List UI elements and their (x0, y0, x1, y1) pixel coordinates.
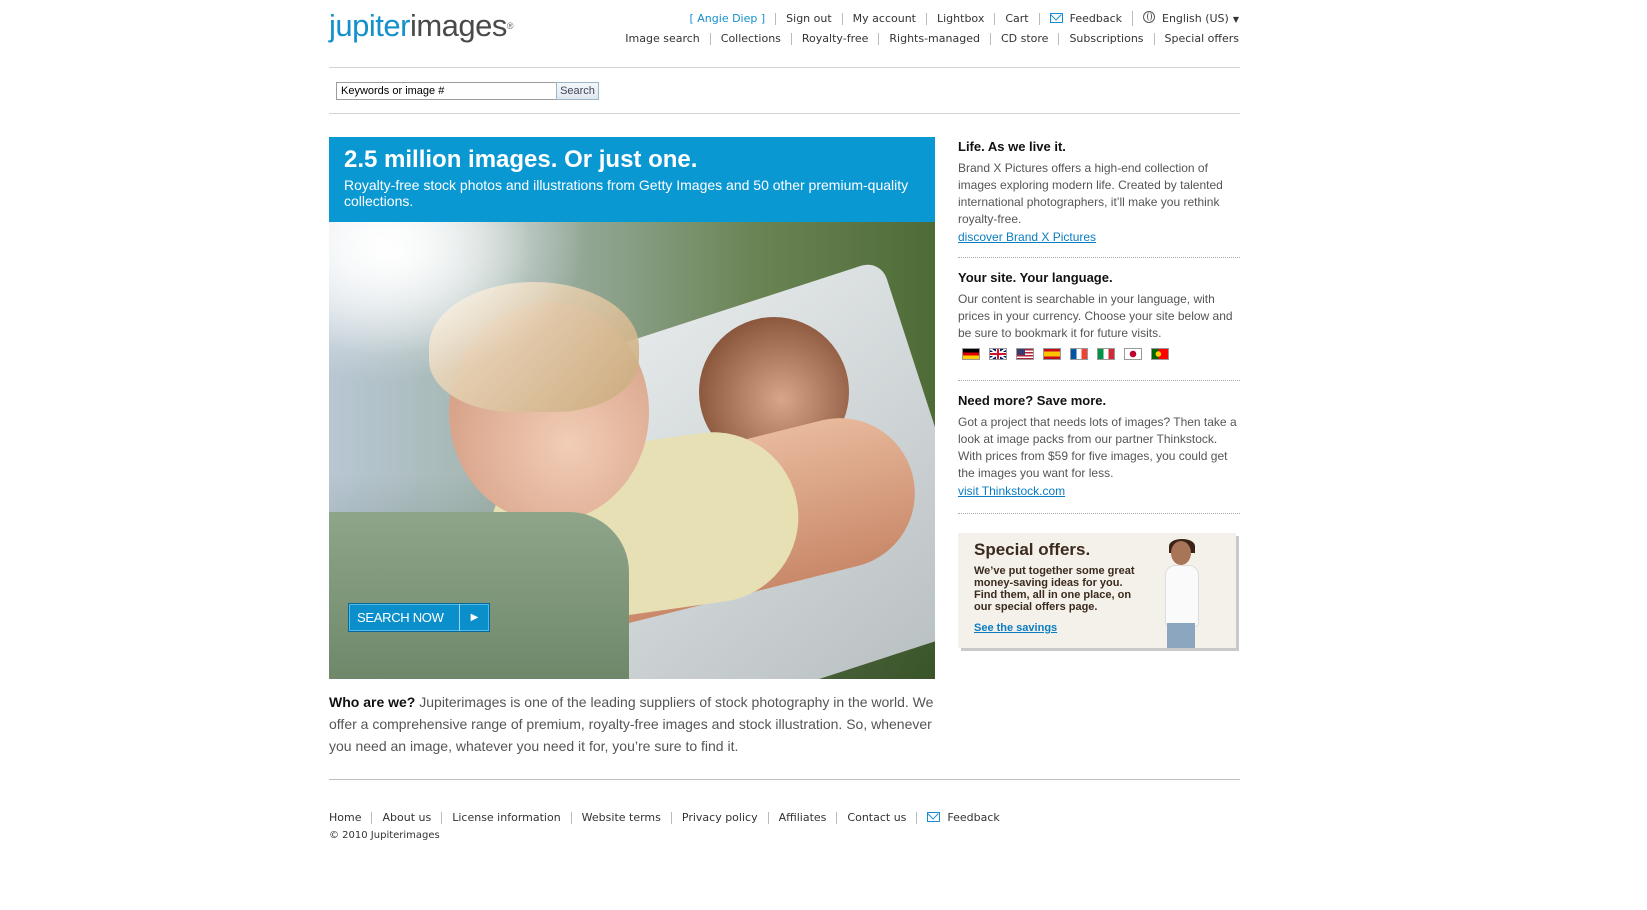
sign-out-link[interactable]: Sign out (775, 12, 842, 25)
portugal-flag[interactable] (1151, 348, 1169, 360)
see-the-savings-link[interactable]: See the savings (974, 622, 1057, 634)
sidebar-divider (958, 380, 1240, 381)
spain-flag[interactable] (1043, 348, 1061, 360)
user-account-indicator: [ Angie Diep ] (679, 11, 775, 25)
brandx-link[interactable]: discover Brand X Pictures (958, 229, 1096, 246)
footer-home-link[interactable]: Home (329, 812, 371, 824)
lightbox-link[interactable]: Lightbox (926, 12, 994, 25)
promo-figure-body (1165, 565, 1199, 627)
thinkstock-text: Got a project that needs lots of images?… (958, 415, 1237, 480)
footer-terms-link[interactable]: Website terms (570, 812, 671, 824)
search-input[interactable] (336, 82, 560, 100)
logo-part-1: jupiter (329, 8, 410, 43)
about-text: Jupiterimages is one of the leading supp… (329, 694, 934, 754)
footer-license-link[interactable]: License information (441, 812, 570, 824)
language-title: Your site. Your language. (958, 270, 1113, 285)
sidebar-divider (958, 513, 1240, 514)
special-offers-text: We’ve put together some great money-savi… (974, 565, 1135, 613)
hero-title: 2.5 million images. Or just one. (344, 146, 698, 173)
nav-image-search[interactable]: Image search (615, 33, 710, 45)
photo-girl-skirt (329, 512, 629, 679)
logo-part-2: images (409, 8, 507, 43)
about-paragraph: Who are we? Jupiterimages is one of the … (329, 691, 935, 757)
photo-sun-flare (329, 222, 589, 382)
footer-feedback-label: Feedback (947, 811, 1000, 824)
footer-about-link[interactable]: About us (371, 812, 441, 824)
promo-figure-head (1171, 541, 1191, 565)
jupiterimages-logo[interactable]: jupiterimages® (329, 8, 514, 44)
footer-feedback-link[interactable]: Feedback (916, 812, 1009, 824)
japan-flag[interactable] (1124, 348, 1142, 360)
nav-rights-managed[interactable]: Rights-managed (878, 33, 990, 45)
play-arrow-icon: ▶ (459, 604, 489, 631)
promo-figure-legs (1167, 623, 1195, 648)
nav-special-offers[interactable]: Special offers (1153, 33, 1239, 45)
envelope-icon (927, 812, 941, 822)
language-section: Your site. Your language. Our content is… (958, 270, 1240, 360)
nav-royalty-free[interactable]: Royalty-free (790, 33, 878, 45)
about-lead: Who are we? (329, 694, 416, 710)
language-text: Our content is searchable in your langua… (958, 292, 1233, 340)
nav-cd-store[interactable]: CD store (989, 33, 1058, 45)
hero-subtitle: Royalty-free stock photos and illustrati… (344, 177, 909, 209)
cart-link[interactable]: Cart (994, 12, 1038, 25)
italy-flag[interactable] (1097, 348, 1115, 360)
brandx-section: Life. As we live it. Brand X Pictures of… (958, 139, 1240, 246)
thinkstock-title: Need more? Save more. (958, 393, 1107, 408)
copyright: © 2010 Jupiterimages (329, 830, 440, 841)
footer-nav: Home About us License information Websit… (329, 812, 1010, 824)
bracket-open: [ (689, 11, 694, 25)
feedback-link[interactable]: Feedback (1038, 11, 1132, 25)
search-button[interactable]: Search (556, 82, 599, 100)
nav-collections[interactable]: Collections (709, 33, 791, 45)
language-label: English (US) (1162, 12, 1229, 25)
search-divider (329, 113, 1240, 114)
hero-banner: 2.5 million images. Or just one. Royalty… (329, 137, 935, 222)
my-account-link[interactable]: My account (841, 12, 926, 25)
promo-woman-illustration (1153, 539, 1213, 648)
globe-icon (1143, 11, 1155, 23)
sidebar-divider (958, 257, 1240, 258)
brandx-text: Brand X Pictures offers a high-end colle… (958, 161, 1223, 226)
search-now-label: SEARCH NOW (357, 610, 444, 625)
footer-affiliates-link[interactable]: Affiliates (767, 812, 837, 824)
thinkstock-section: Need more? Save more. Got a project that… (958, 393, 1240, 500)
germany-flag[interactable] (962, 348, 980, 360)
special-offers-promo[interactable]: Special offers. We’ve put together some … (958, 533, 1236, 648)
footer-contact-link[interactable]: Contact us (836, 812, 916, 824)
brandx-title: Life. As we live it. (958, 139, 1066, 154)
logo-registered-mark: ® (506, 21, 514, 31)
thinkstock-link[interactable]: visit Thinkstock.com (958, 483, 1065, 500)
france-flag[interactable] (1070, 348, 1088, 360)
main-nav: Image search Collections Royalty-free Ri… (615, 33, 1239, 45)
header-divider (329, 67, 1240, 68)
search-now-button[interactable]: SEARCH NOW ▶ (348, 603, 490, 632)
utility-nav: [ Angie Diep ] Sign out My account Light… (679, 11, 1239, 26)
chevron-down-icon: ▼ (1232, 15, 1239, 24)
flag-list (958, 348, 1240, 360)
envelope-icon (1049, 12, 1063, 23)
user-name-link[interactable]: Angie Diep (697, 12, 757, 25)
nav-subscriptions[interactable]: Subscriptions (1058, 33, 1153, 45)
us-flag[interactable] (1016, 348, 1034, 360)
bracket-close: ] (760, 11, 766, 25)
feedback-label: Feedback (1069, 11, 1122, 25)
special-offers-title: Special offers. (974, 540, 1091, 559)
footer-divider (329, 779, 1240, 780)
footer-privacy-link[interactable]: Privacy policy (670, 812, 768, 824)
uk-flag[interactable] (989, 348, 1007, 360)
language-selector[interactable]: English (US) ▼ (1132, 11, 1239, 26)
